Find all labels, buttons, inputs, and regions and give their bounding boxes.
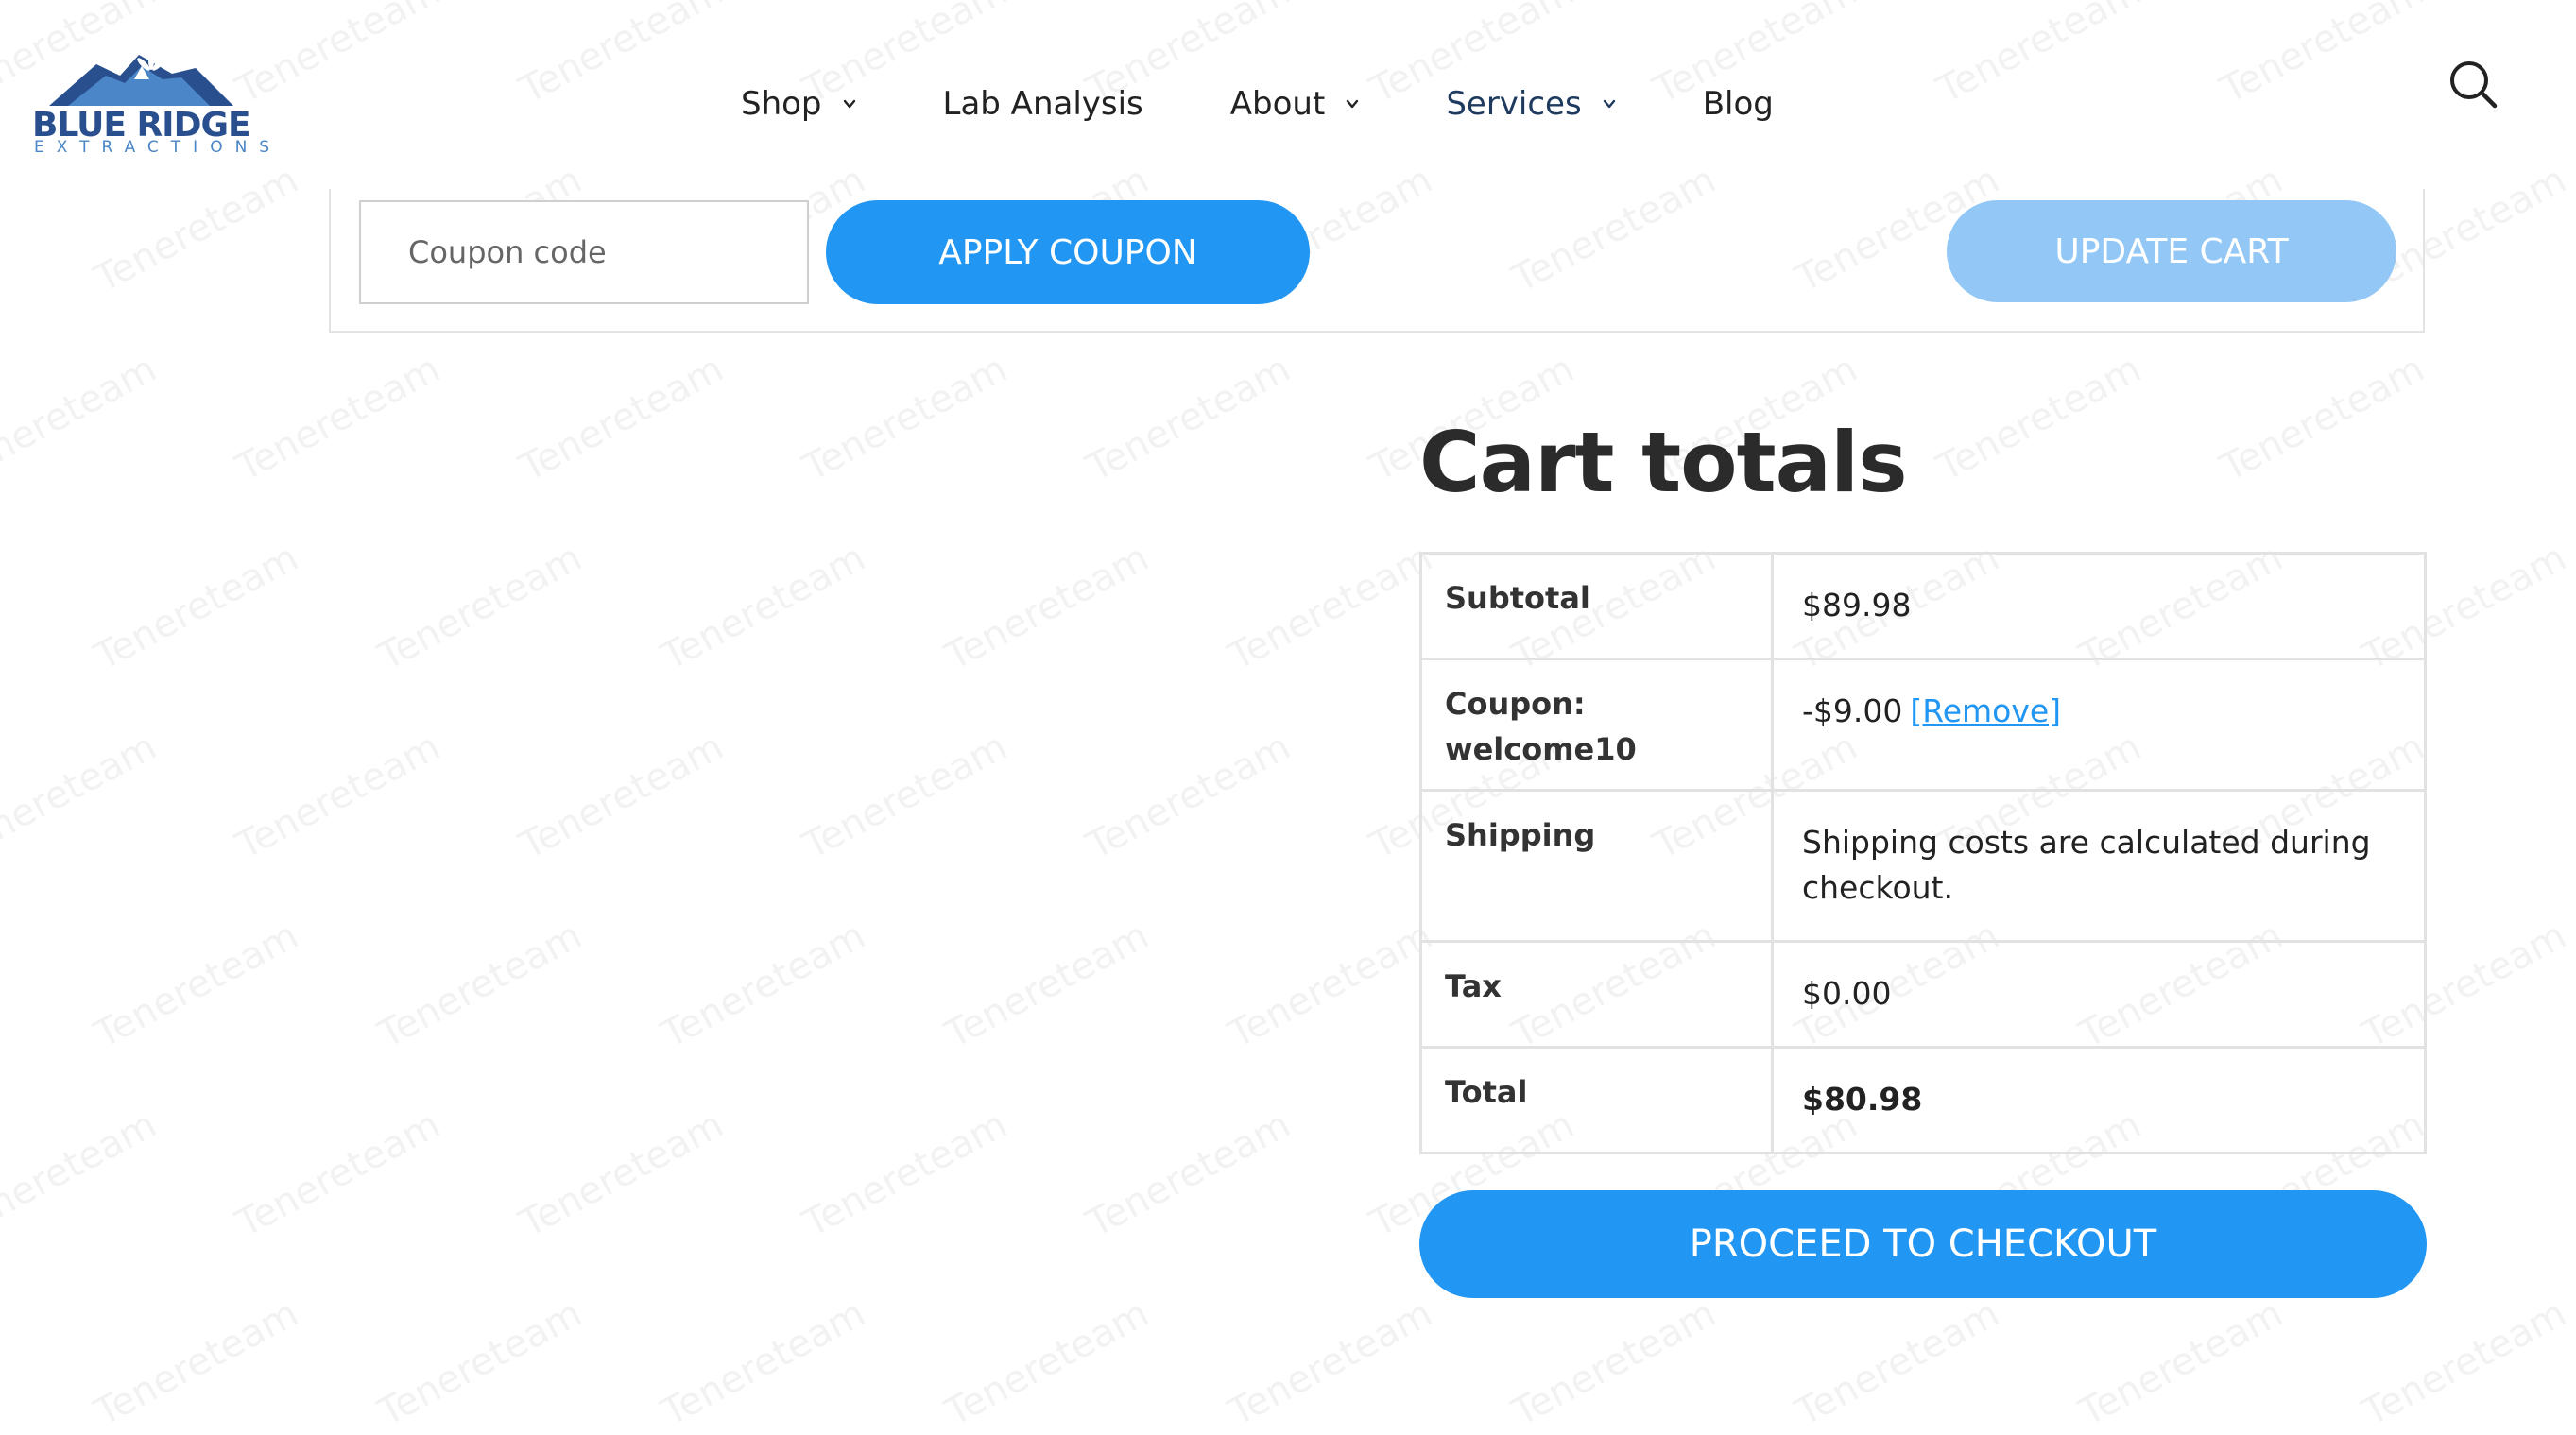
tax-label: Tax bbox=[1419, 940, 1774, 1049]
watermark-text: Tenereteam bbox=[0, 725, 164, 868]
remove-coupon-link[interactable]: [Remove] bbox=[1910, 692, 2061, 729]
proceed-to-checkout-button[interactable]: PROCEED TO CHECKOUT bbox=[1419, 1190, 2427, 1298]
nav-label-lab-analysis: Lab Analysis bbox=[942, 85, 1143, 123]
search-icon[interactable] bbox=[2446, 57, 2502, 113]
watermark-text: Tenereteam bbox=[371, 536, 590, 679]
nav-item-about[interactable]: About bbox=[1230, 85, 1360, 123]
watermark-text: Tenereteam bbox=[88, 1291, 306, 1435]
nav-item-blog[interactable]: Blog bbox=[1703, 85, 1774, 123]
watermark-text: Tenereteam bbox=[230, 725, 448, 868]
mountain-leaf-logo-icon bbox=[49, 51, 233, 106]
chevron-down-icon bbox=[1347, 99, 1359, 109]
watermark-text: Tenereteam bbox=[1080, 725, 1298, 868]
coupon-value-cell: -$9.00 [Remove] bbox=[1771, 658, 2427, 792]
watermark-text: Tenereteam bbox=[513, 1102, 731, 1246]
total-value: $80.98 bbox=[1771, 1046, 2427, 1154]
coupon-code-input[interactable] bbox=[359, 200, 809, 304]
watermark-text: Tenereteam bbox=[1080, 1102, 1298, 1246]
watermark-text: Tenereteam bbox=[938, 536, 1157, 679]
watermark-text: Tenereteam bbox=[797, 347, 1015, 490]
watermark-text: Tenereteam bbox=[797, 1102, 1015, 1246]
watermark-text: Tenereteam bbox=[2214, 347, 2432, 490]
table-row: Tax $0.00 bbox=[1419, 940, 2427, 1049]
table-row: Coupon: welcome10 -$9.00 [Remove] bbox=[1419, 658, 2427, 792]
shipping-value: Shipping costs are calculated during che… bbox=[1771, 789, 2427, 943]
site-header: BLUE RIDGE EXTRACTIONS Shop Lab Analysis… bbox=[0, 0, 2576, 189]
watermark-text: Tenereteam bbox=[88, 536, 306, 679]
watermark-text: Tenereteam bbox=[1222, 1291, 1440, 1435]
watermark-text: Tenereteam bbox=[1931, 347, 2149, 490]
watermark-text: Tenereteam bbox=[230, 347, 448, 490]
update-cart-button[interactable]: UPDATE CART bbox=[1947, 200, 2396, 302]
watermark-text: Tenereteam bbox=[2356, 1291, 2574, 1435]
nav-label-blog: Blog bbox=[1702, 85, 1774, 123]
watermark-text: Tenereteam bbox=[938, 914, 1157, 1057]
watermark-text: Tenereteam bbox=[513, 725, 731, 868]
watermark-text: Tenereteam bbox=[655, 536, 873, 679]
table-row: Total $80.98 bbox=[1419, 1046, 2427, 1154]
table-row: Subtotal $89.98 bbox=[1419, 552, 2427, 660]
nav-item-services[interactable]: Services bbox=[1446, 85, 1615, 123]
nav-label-services: Services bbox=[1446, 85, 1582, 123]
main-nav: Shop Lab Analysis About Services Blog bbox=[741, 77, 1861, 130]
watermark-text: Tenereteam bbox=[88, 914, 306, 1057]
watermark-text: Tenereteam bbox=[371, 914, 590, 1057]
logo-sub-text: EXTRACTIONS bbox=[34, 138, 283, 157]
watermark-text: Tenereteam bbox=[0, 347, 164, 490]
watermark-text: Tenereteam bbox=[371, 1291, 590, 1435]
shipping-label: Shipping bbox=[1419, 789, 1774, 943]
table-row: Shipping Shipping costs are calculated d… bbox=[1419, 789, 2427, 943]
watermark-text: Tenereteam bbox=[1080, 347, 1298, 490]
watermark-text: Tenereteam bbox=[1222, 914, 1440, 1057]
cart-totals-title: Cart totals bbox=[1419, 414, 1908, 511]
site-logo[interactable]: BLUE RIDGE EXTRACTIONS bbox=[30, 47, 269, 161]
watermark-text: Tenereteam bbox=[1505, 1291, 1724, 1435]
nav-item-shop[interactable]: Shop bbox=[741, 85, 856, 123]
total-label: Total bbox=[1419, 1046, 1774, 1154]
watermark-text: Tenereteam bbox=[1789, 1291, 2007, 1435]
nav-item-lab-analysis[interactable]: Lab Analysis bbox=[943, 85, 1143, 123]
coupon-discount-value: -$9.00 bbox=[1802, 692, 1903, 729]
chevron-down-icon bbox=[1603, 99, 1615, 109]
nav-label-shop: Shop bbox=[741, 85, 822, 123]
watermark-text: Tenereteam bbox=[1222, 536, 1440, 679]
coupon-label: Coupon: welcome10 bbox=[1419, 658, 1774, 792]
watermark-text: Tenereteam bbox=[938, 1291, 1157, 1435]
nav-label-about: About bbox=[1229, 85, 1326, 123]
watermark-text: Tenereteam bbox=[2072, 1291, 2291, 1435]
cart-totals-table: Subtotal $89.98 Coupon: welcome10 -$9.00… bbox=[1419, 552, 2427, 1154]
subtotal-label: Subtotal bbox=[1419, 552, 1774, 660]
tax-value: $0.00 bbox=[1771, 940, 2427, 1049]
apply-coupon-button[interactable]: APPLY COUPON bbox=[826, 200, 1310, 304]
watermark-text: Tenereteam bbox=[655, 914, 873, 1057]
subtotal-value: $89.98 bbox=[1771, 552, 2427, 660]
watermark-text: Tenereteam bbox=[513, 347, 731, 490]
watermark-text: Tenereteam bbox=[797, 725, 1015, 868]
watermark-text: Tenereteam bbox=[655, 1291, 873, 1435]
watermark-text: Tenereteam bbox=[230, 1102, 448, 1246]
chevron-down-icon bbox=[843, 99, 855, 109]
watermark-text: Tenereteam bbox=[0, 1102, 164, 1246]
